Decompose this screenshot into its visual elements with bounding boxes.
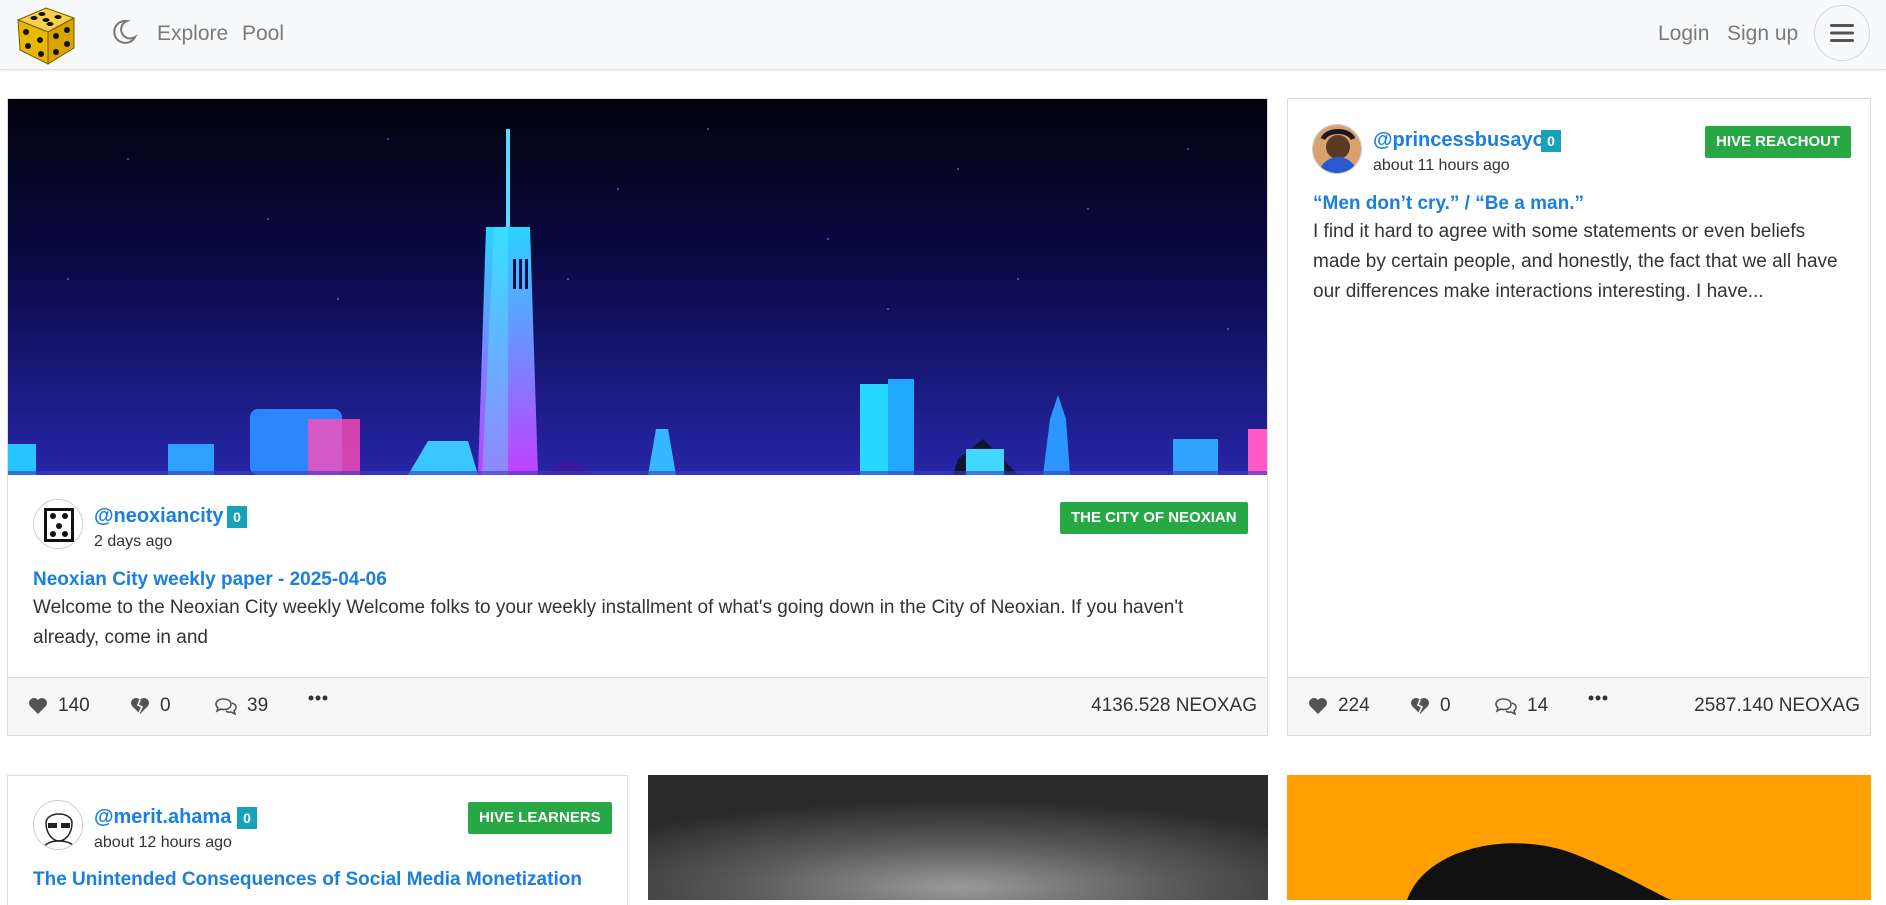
community-tag[interactable]: THE CITY OF NEOXIAN xyxy=(1060,502,1248,534)
author-username[interactable]: @merit.ahama xyxy=(94,806,231,829)
nav-explore[interactable]: Explore xyxy=(157,22,228,46)
post-time: about 12 hours ago xyxy=(94,834,232,851)
like-button[interactable]: 224 xyxy=(1308,695,1370,717)
reputation-badge: 0 xyxy=(237,807,257,829)
avatar[interactable] xyxy=(33,800,83,850)
heart-icon xyxy=(29,698,47,714)
post-time: 2 days ago xyxy=(94,533,173,550)
avatar[interactable] xyxy=(1312,124,1362,174)
downvote-button[interactable]: 0 xyxy=(130,695,171,717)
menu-button[interactable] xyxy=(1814,5,1870,61)
comments-button[interactable]: 39 xyxy=(215,695,268,717)
payout-amount: 4136.528 NEOXAG xyxy=(1091,695,1257,716)
author-username[interactable]: @neoxiancity xyxy=(94,505,224,528)
post-title[interactable]: “Men don’t cry.” / “Be a man.” xyxy=(1313,193,1584,215)
more-options-button[interactable] xyxy=(308,695,328,701)
post-image-city-skyline[interactable] xyxy=(8,99,1267,517)
navbar: Explore Pool Login Sign up xyxy=(0,0,1886,70)
ellipsis-icon xyxy=(308,695,328,701)
post-image[interactable] xyxy=(648,775,1268,900)
like-count: 224 xyxy=(1338,695,1370,716)
community-tag[interactable]: HIVE LEARNERS xyxy=(468,802,612,834)
downvote-count: 0 xyxy=(160,695,171,716)
downvote-count: 0 xyxy=(1440,695,1451,716)
broken-heart-icon xyxy=(131,698,149,714)
reputation-badge: 0 xyxy=(227,506,247,528)
post-card[interactable]: @princessbusayo 0 about 11 hours ago HIV… xyxy=(1287,98,1871,736)
like-count: 140 xyxy=(58,695,90,716)
post-title[interactable]: The Unintended Consequences of Social Me… xyxy=(33,869,582,891)
dice-logo[interactable] xyxy=(12,2,80,68)
nav-login[interactable]: Login xyxy=(1658,22,1709,46)
like-button[interactable]: 140 xyxy=(28,695,90,717)
post-footer: 140 0 39 4136.528 NEOXAG xyxy=(8,677,1267,735)
moon-icon[interactable] xyxy=(110,18,138,46)
author-username[interactable]: @princessbusayo xyxy=(1373,129,1545,152)
post-card[interactable]: @merit.ahama 0 about 12 hours ago HIVE L… xyxy=(7,775,628,905)
post-card[interactable] xyxy=(648,775,1268,905)
post-card[interactable] xyxy=(1287,775,1871,905)
comments-icon xyxy=(1495,698,1517,715)
post-image[interactable] xyxy=(1287,775,1871,900)
broken-heart-icon xyxy=(1411,698,1429,714)
comment-count: 14 xyxy=(1527,695,1549,716)
post-title[interactable]: Neoxian City weekly paper - 2025-04-06 xyxy=(33,569,387,591)
downvote-button[interactable]: 0 xyxy=(1410,695,1451,717)
comments-button[interactable]: 14 xyxy=(1495,695,1548,717)
payout-amount: 2587.140 NEOXAG xyxy=(1694,695,1860,716)
community-tag[interactable]: HIVE REACHOUT xyxy=(1705,126,1852,158)
hamburger-icon xyxy=(1830,24,1854,42)
post-excerpt: Welcome to the Neoxian City weekly Welco… xyxy=(33,597,1184,648)
comment-count: 39 xyxy=(247,695,269,716)
ellipsis-icon xyxy=(1588,695,1608,701)
post-time: about 11 hours ago xyxy=(1373,157,1510,174)
nav-signup[interactable]: Sign up xyxy=(1727,22,1798,46)
comments-icon xyxy=(215,698,237,715)
post-excerpt: I find it hard to agree with some statem… xyxy=(1313,221,1838,302)
avatar[interactable] xyxy=(33,499,83,549)
reputation-badge: 0 xyxy=(1541,130,1561,152)
more-options-button[interactable] xyxy=(1588,695,1608,701)
nav-pool[interactable]: Pool xyxy=(242,22,284,46)
heart-icon xyxy=(1309,698,1327,714)
post-footer: 224 0 14 2587.140 NEOXAG xyxy=(1288,677,1870,735)
post-card[interactable]: @neoxiancity 0 2 days ago THE CITY OF NE… xyxy=(7,98,1268,736)
